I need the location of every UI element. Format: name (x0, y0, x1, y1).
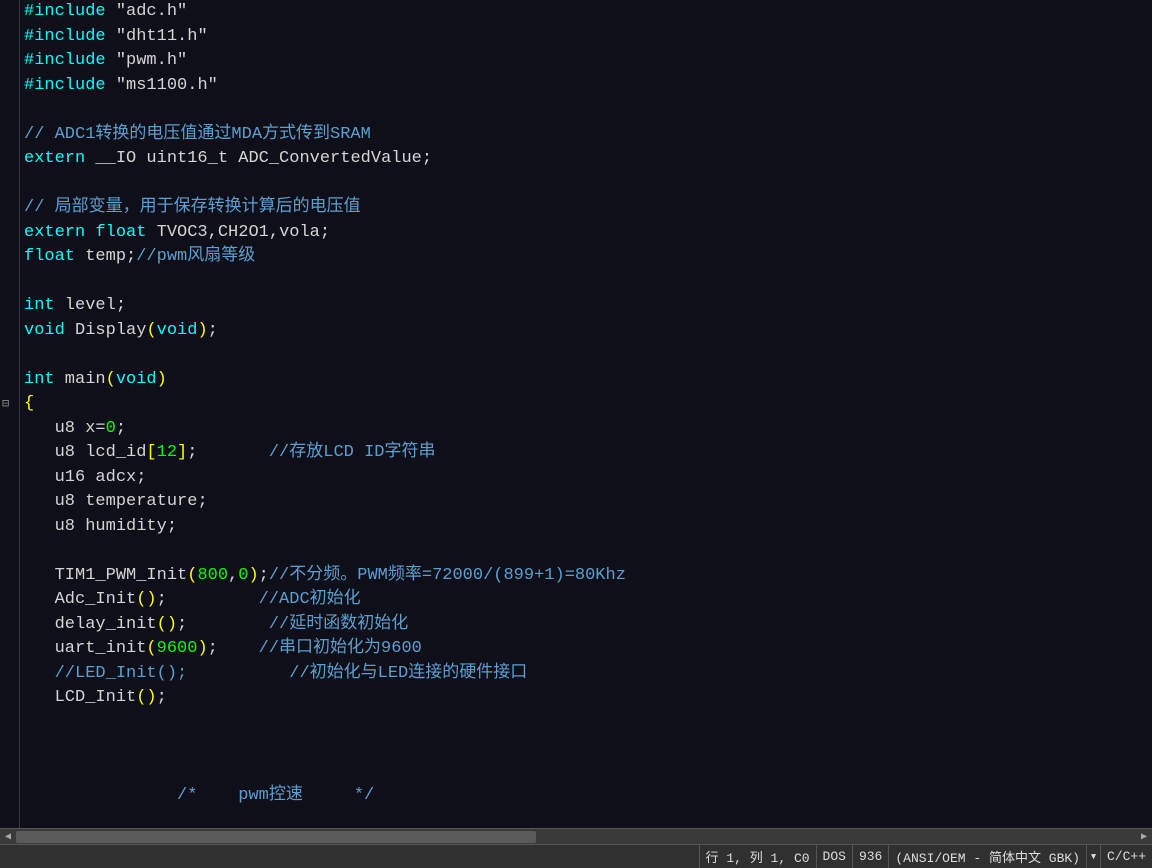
code-line[interactable]: u8 x=0; (24, 417, 1148, 442)
code-line[interactable] (24, 343, 1148, 368)
status-encoding[interactable]: (ANSI/OEM - 简体中文 GBK) (888, 845, 1086, 868)
scrollbar-thumb[interactable] (16, 831, 536, 843)
code-line[interactable]: u16 adcx; (24, 466, 1148, 491)
code-line[interactable]: u8 humidity; (24, 515, 1148, 540)
code-line[interactable]: Adc_Init(); //ADC初始化 (24, 588, 1148, 613)
status-line-ending[interactable]: DOS (816, 845, 852, 868)
code-line[interactable]: #include "dht11.h" (24, 25, 1148, 50)
code-line[interactable]: extern float TVOC3,CH2O1,vola; (24, 221, 1148, 246)
status-codepage: 936 (852, 845, 888, 868)
status-language[interactable]: C/C++ (1100, 845, 1152, 868)
code-line[interactable]: float temp;//pwm风扇等级 (24, 245, 1148, 270)
code-line[interactable]: u8 lcd_id[12]; //存放LCD ID字符串 (24, 441, 1148, 466)
code-line[interactable]: uart_init(9600); //串口初始化为9600 (24, 637, 1148, 662)
gutter: ⊟ (0, 0, 20, 828)
fold-toggle-icon[interactable]: ⊟ (2, 396, 9, 411)
horizontal-scrollbar[interactable]: ◀ ▶ (0, 828, 1152, 844)
code-line[interactable]: LCD_Init(); (24, 686, 1148, 711)
statusbar: 行 1, 列 1, C0 DOS 936 (ANSI/OEM - 简体中文 GB… (0, 844, 1152, 868)
code-line[interactable] (24, 539, 1148, 564)
code-line[interactable]: // 局部变量，用于保存转换计算后的电压值 (24, 196, 1148, 221)
scroll-right-icon[interactable]: ▶ (1136, 829, 1152, 845)
code-line[interactable]: //LED_Init(); //初始化与LED连接的硬件接口 (24, 662, 1148, 687)
scroll-left-icon[interactable]: ◀ (0, 829, 16, 845)
code-line[interactable]: #include "pwm.h" (24, 49, 1148, 74)
code-line[interactable] (24, 172, 1148, 197)
code-line[interactable]: delay_init(); //延时函数初始化 (24, 613, 1148, 638)
code-line[interactable]: void Display(void); (24, 319, 1148, 344)
code-line[interactable]: /* pwm控速 */ (24, 784, 1148, 809)
code-line[interactable] (24, 98, 1148, 123)
code-line[interactable] (24, 270, 1148, 295)
code-line[interactable]: u8 temperature; (24, 490, 1148, 515)
code-line[interactable] (24, 711, 1148, 736)
code-line[interactable]: // ADC1转换的电压值通过MDA方式传到SRAM (24, 123, 1148, 148)
code-line[interactable]: int level; (24, 294, 1148, 319)
code-line[interactable] (24, 760, 1148, 785)
encoding-dropdown-icon[interactable]: ▾ (1086, 845, 1100, 868)
code-line[interactable]: { (24, 392, 1148, 417)
status-position: 行 1, 列 1, C0 (699, 845, 816, 868)
code-content[interactable]: #include "adc.h"#include "dht11.h"#inclu… (20, 0, 1152, 828)
code-line[interactable]: TIM1_PWM_Init(800,0);//不分频。PWM频率=72000/(… (24, 564, 1148, 589)
code-line[interactable] (24, 735, 1148, 760)
editor-area: ⊟ #include "adc.h"#include "dht11.h"#inc… (0, 0, 1152, 828)
code-line[interactable]: extern __IO uint16_t ADC_ConvertedValue; (24, 147, 1148, 172)
code-line[interactable]: #include "ms1100.h" (24, 74, 1148, 99)
code-line[interactable]: #include "adc.h" (24, 0, 1148, 25)
code-line[interactable]: int main(void) (24, 368, 1148, 393)
